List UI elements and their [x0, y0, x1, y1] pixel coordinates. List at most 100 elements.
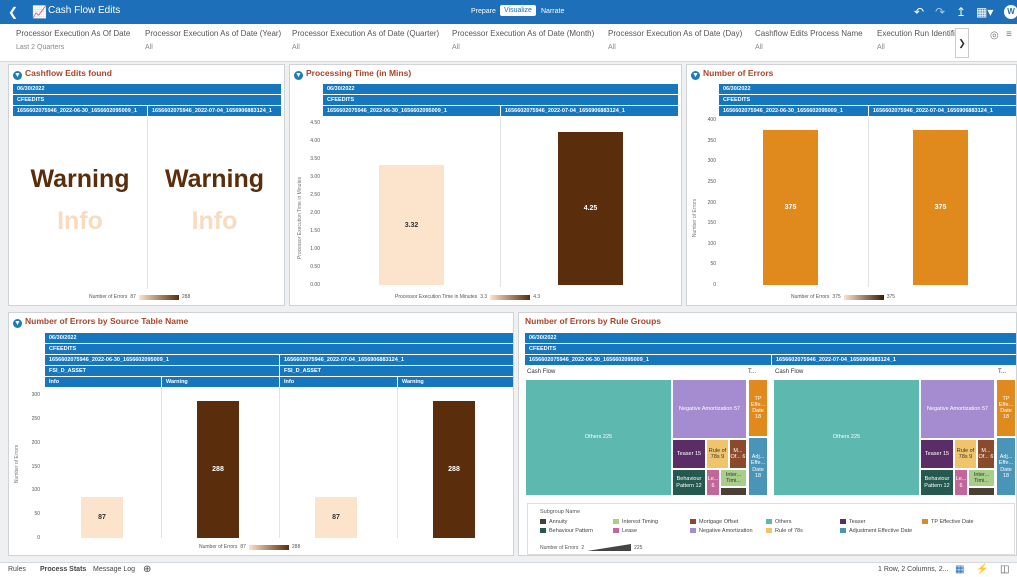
bar[interactable]: 3.32 [379, 165, 444, 285]
chart-icon: 📈 [32, 5, 47, 19]
tile-negative-amortization[interactable]: Negative Amortization 57 [920, 379, 995, 439]
tile-annuity[interactable] [968, 487, 995, 496]
save-icon[interactable]: ▦▾ [976, 4, 993, 20]
tile-adjustment-effective-date[interactable]: Adj... Effe... Date 18 [996, 437, 1016, 496]
header-run-2: 1656602075946_2022-07-04_1656906883124_1 [280, 355, 513, 365]
info-icon[interactable]: ▼ [691, 71, 700, 80]
info-icon[interactable]: ▼ [13, 71, 22, 80]
legend-swatch [922, 519, 928, 525]
header-date: 06/30/2022 [525, 333, 1016, 343]
panel-errors-by-source-table: ▼ Number of Errors by Source Table Name 0… [8, 312, 514, 556]
tile-rule-78s[interactable]: Rule of 78s 9 [954, 439, 977, 469]
tile-rule-78s[interactable]: Rule of 78s 9 [706, 439, 729, 469]
bottom-bar: Rules Process Stats Message Log ⊕ 1 Row,… [0, 562, 1017, 577]
bar[interactable]: 288 [197, 400, 239, 538]
tab-rules[interactable]: Rules [8, 566, 26, 573]
legend-label: Adjustment Effective Date [849, 528, 913, 534]
y-tick-label: 1.50 [310, 228, 320, 234]
bar[interactable]: 288 [433, 400, 475, 538]
tab-message-log[interactable]: Message Log [93, 566, 135, 573]
legend-swatch [690, 519, 696, 525]
legend-label: Teaser [849, 519, 866, 525]
filter-day[interactable]: Processor Execution As of Date (Day) All [608, 29, 742, 51]
filter-process-name[interactable]: Cashflow Edits Process Name All [755, 29, 863, 51]
tile-teaser[interactable]: Teaser 15 [672, 439, 706, 469]
tile-behaviour-pattern[interactable]: Behaviour Pattern 12 [672, 469, 706, 496]
legend-swatch [540, 519, 546, 525]
y-tick-label: 300 [707, 158, 716, 165]
bar[interactable]: 87 [81, 496, 123, 538]
legend-item[interactable]: Annuity [540, 519, 567, 525]
tab-visualize[interactable]: Visualize [500, 5, 536, 16]
y-tick-label: 100 [31, 487, 40, 494]
info-icon[interactable]: ▼ [13, 319, 22, 328]
tile-others[interactable]: Others 225 [773, 379, 920, 496]
tab-process-stats[interactable]: Process Stats [40, 566, 86, 573]
tile-mortgage-offset[interactable]: M... Of... 6 [729, 439, 747, 469]
tile-interest-timing[interactable]: Inter... Timi... [968, 469, 995, 487]
legend-item[interactable]: Others [766, 519, 792, 525]
tile-annuity[interactable] [720, 487, 747, 496]
treemap-group-t: T... [748, 369, 757, 375]
legend-item[interactable]: Rule of 78s [766, 528, 803, 534]
tile-tp-effective-date[interactable]: TP Effe... Date 18 [748, 379, 768, 437]
tile-teaser[interactable]: Teaser 15 [920, 439, 954, 469]
y-tick-label: 4.50 [310, 120, 320, 126]
header-run-2: 1656602075946_2022-07-04_1656906883124_1 [869, 106, 1016, 116]
header-run-1: 1656602075946_2022-06-30_1656602095009_1 [323, 106, 500, 116]
tile-mortgage-offset[interactable]: M... Of... 6 [977, 439, 995, 469]
color-legend: Number of Errors 375 375 [791, 294, 896, 300]
bar[interactable]: 87 [315, 496, 357, 538]
info-icon[interactable]: ▼ [294, 71, 303, 80]
bar[interactable]: 375 [913, 130, 968, 285]
tile-behaviour-pattern[interactable]: Behaviour Pattern 12 [920, 469, 954, 496]
filter-run-id[interactable]: Execution Run Identifier All [877, 29, 955, 51]
tile-tp-effective-date[interactable]: TP Effe... Date 18 [996, 379, 1016, 437]
legend-item[interactable]: Lease [613, 528, 637, 534]
filter-as-of-date[interactable]: Processor Execution As Of Date Last 2 Qua… [16, 29, 130, 51]
tile-others[interactable]: Others 225 [525, 379, 672, 496]
panel-title: ▼ Processing Time (in Mins) [294, 68, 412, 80]
tile-negative-amortization[interactable]: Negative Amortization 57 [672, 379, 747, 439]
menu-icon[interactable]: ≡ [1006, 29, 1012, 40]
panel-title: ▼ Number of Errors [691, 68, 774, 80]
redo-icon[interactable]: ↷ [935, 4, 945, 20]
grammar-icon[interactable]: ▦ [955, 564, 964, 575]
header-run-1: 1656602075946_2022-06-30_1656602095009_1 [45, 355, 279, 365]
filter-options-icon[interactable]: ◎ [990, 30, 999, 41]
legend-swatch [690, 528, 696, 534]
filter-month[interactable]: Processor Execution As of Date (Month) Al… [452, 29, 594, 51]
legend-item[interactable]: TP Effective Date [922, 519, 974, 525]
tile-lease[interactable]: Le... 6 [954, 469, 968, 496]
tab-narrate[interactable]: Narrate [541, 8, 564, 15]
undo-icon[interactable]: ↶ [914, 4, 924, 20]
legend-item[interactable]: Teaser [840, 519, 866, 525]
tile-adjustment-effective-date[interactable]: Adj... Effe... Date 18 [748, 437, 768, 496]
legend-item[interactable]: Mortgage Offset [690, 519, 738, 525]
legend-item[interactable]: Negative Amortization [690, 528, 753, 534]
y-tick-label: 2.00 [310, 210, 320, 216]
flash-icon[interactable]: ⚡ [976, 564, 988, 575]
filter-quarter[interactable]: Processor Execution As of Date (Quarter)… [292, 29, 439, 51]
legend-swatch [766, 528, 772, 534]
app-header: ❮ 📈 Cash Flow Edits Prepare Visualize Na… [0, 0, 1017, 24]
bar[interactable]: 375 [763, 130, 818, 285]
header-date: 06/30/2022 [719, 84, 1016, 94]
bar[interactable]: 4.25 [558, 132, 623, 285]
avatar[interactable]: W [1004, 5, 1017, 19]
chevron-right-icon[interactable]: ❯ [955, 28, 969, 58]
legend-item[interactable]: Adjustment Effective Date [840, 528, 912, 534]
filter-year[interactable]: Processor Execution As of Date (Year) All [145, 29, 281, 51]
add-tab-icon[interactable]: ⊕ [143, 564, 151, 575]
back-icon[interactable]: ❮ [8, 4, 18, 20]
panel-toggle-icon[interactable]: ◫ [1000, 564, 1009, 575]
tile-lease[interactable]: Le... 6 [706, 469, 720, 496]
legend-item[interactable]: Behaviour Pattern [540, 528, 593, 534]
color-legend: Processor Execution Time in Minutes 3.3 4.… [395, 294, 541, 300]
legend-label: Mortgage Offset [699, 519, 739, 525]
tile-interest-timing[interactable]: Inter... Timi... [720, 469, 747, 487]
tab-prepare[interactable]: Prepare [471, 8, 496, 15]
export-icon[interactable]: ↥ [956, 4, 966, 20]
legend-item[interactable]: Interest Timing [613, 519, 658, 525]
y-tick-label: 150 [31, 463, 40, 470]
